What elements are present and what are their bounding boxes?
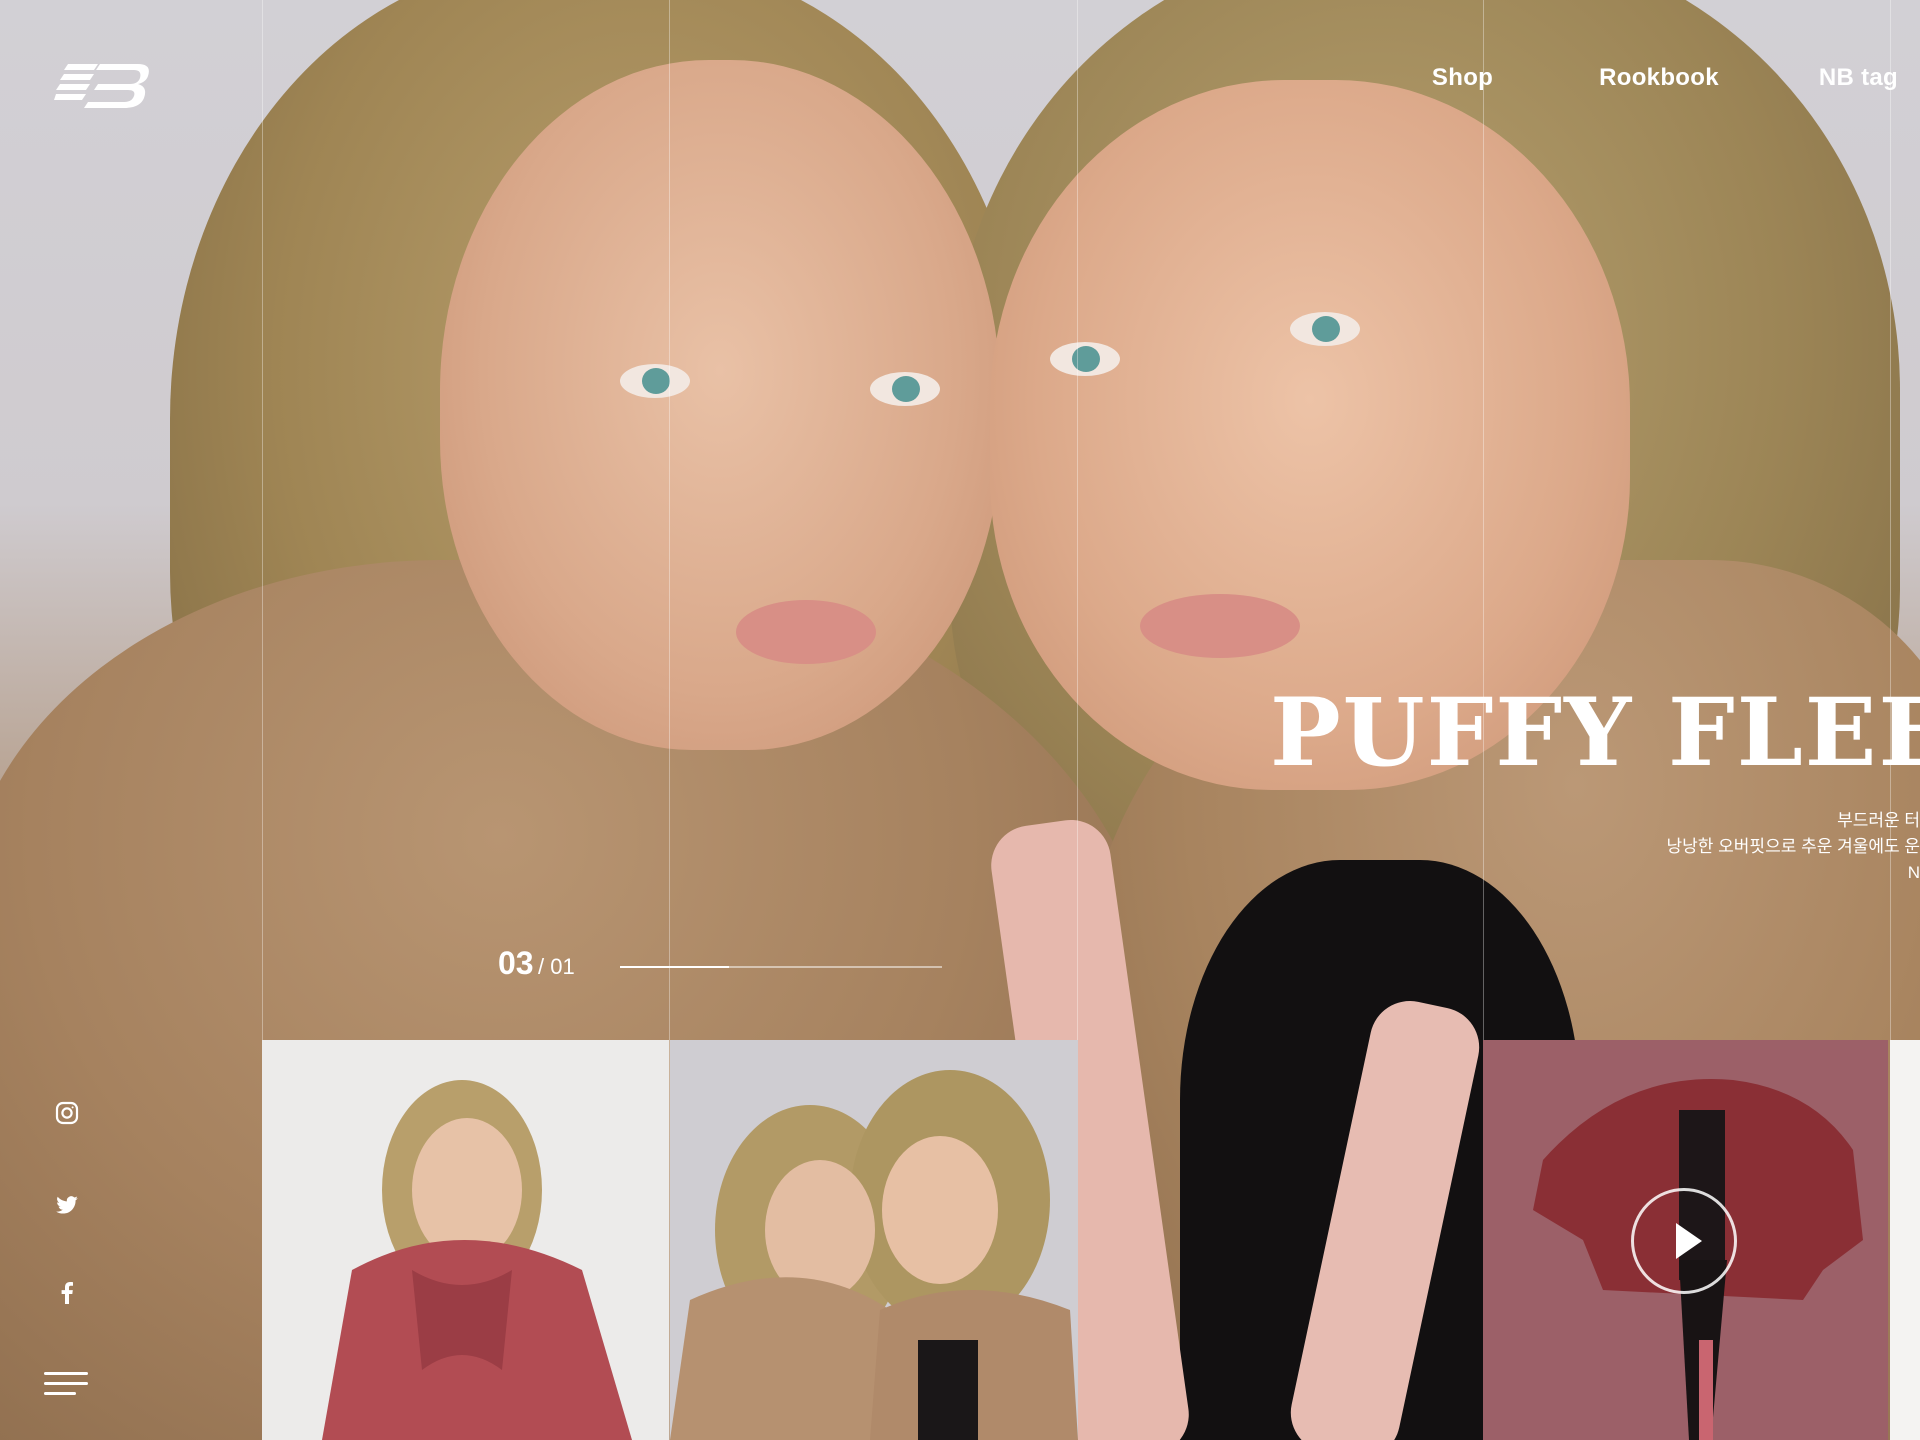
nav-rookbook[interactable]: Rookbook: [1599, 64, 1719, 92]
main-nav: Shop Rookbook NB tag: [1432, 64, 1920, 92]
hamburger-menu-icon[interactable]: [44, 1372, 88, 1402]
slide-total: / 01: [538, 954, 575, 979]
nav-shop[interactable]: Shop: [1432, 64, 1493, 92]
thumbnail-two-models[interactable]: [670, 1040, 1078, 1440]
slide-current: 03: [498, 945, 534, 981]
thumbnail-red-fleece-model[interactable]: [262, 1040, 669, 1440]
hero-description-line: 낭낭한 오버핏으로 추운 겨울에도 운: [1666, 837, 1920, 856]
hero-description-line: 부드러운 터: [1837, 811, 1920, 830]
instagram-icon[interactable]: [54, 1100, 80, 1126]
thumbnail-video-product[interactable]: [1483, 1040, 1888, 1440]
new-balance-logo[interactable]: [54, 60, 154, 110]
hero-description-line: N: [1907, 863, 1920, 882]
hero-description: 부드러운 터 낭낭한 오버핏으로 추운 겨울에도 운 N: [1400, 808, 1920, 886]
slide-counter: 03 / 01: [498, 945, 575, 982]
twitter-icon[interactable]: [54, 1192, 80, 1218]
slide-progress-bar[interactable]: [620, 966, 942, 968]
nav-nb-tag[interactable]: NB tag: [1819, 64, 1898, 92]
play-icon[interactable]: [1631, 1188, 1737, 1294]
thumbnail-next-partial[interactable]: [1890, 1040, 1920, 1440]
hero-title: PUFFY FLEE: [1270, 678, 1920, 788]
facebook-icon[interactable]: [54, 1280, 80, 1306]
slide-progress-fill: [620, 966, 730, 968]
